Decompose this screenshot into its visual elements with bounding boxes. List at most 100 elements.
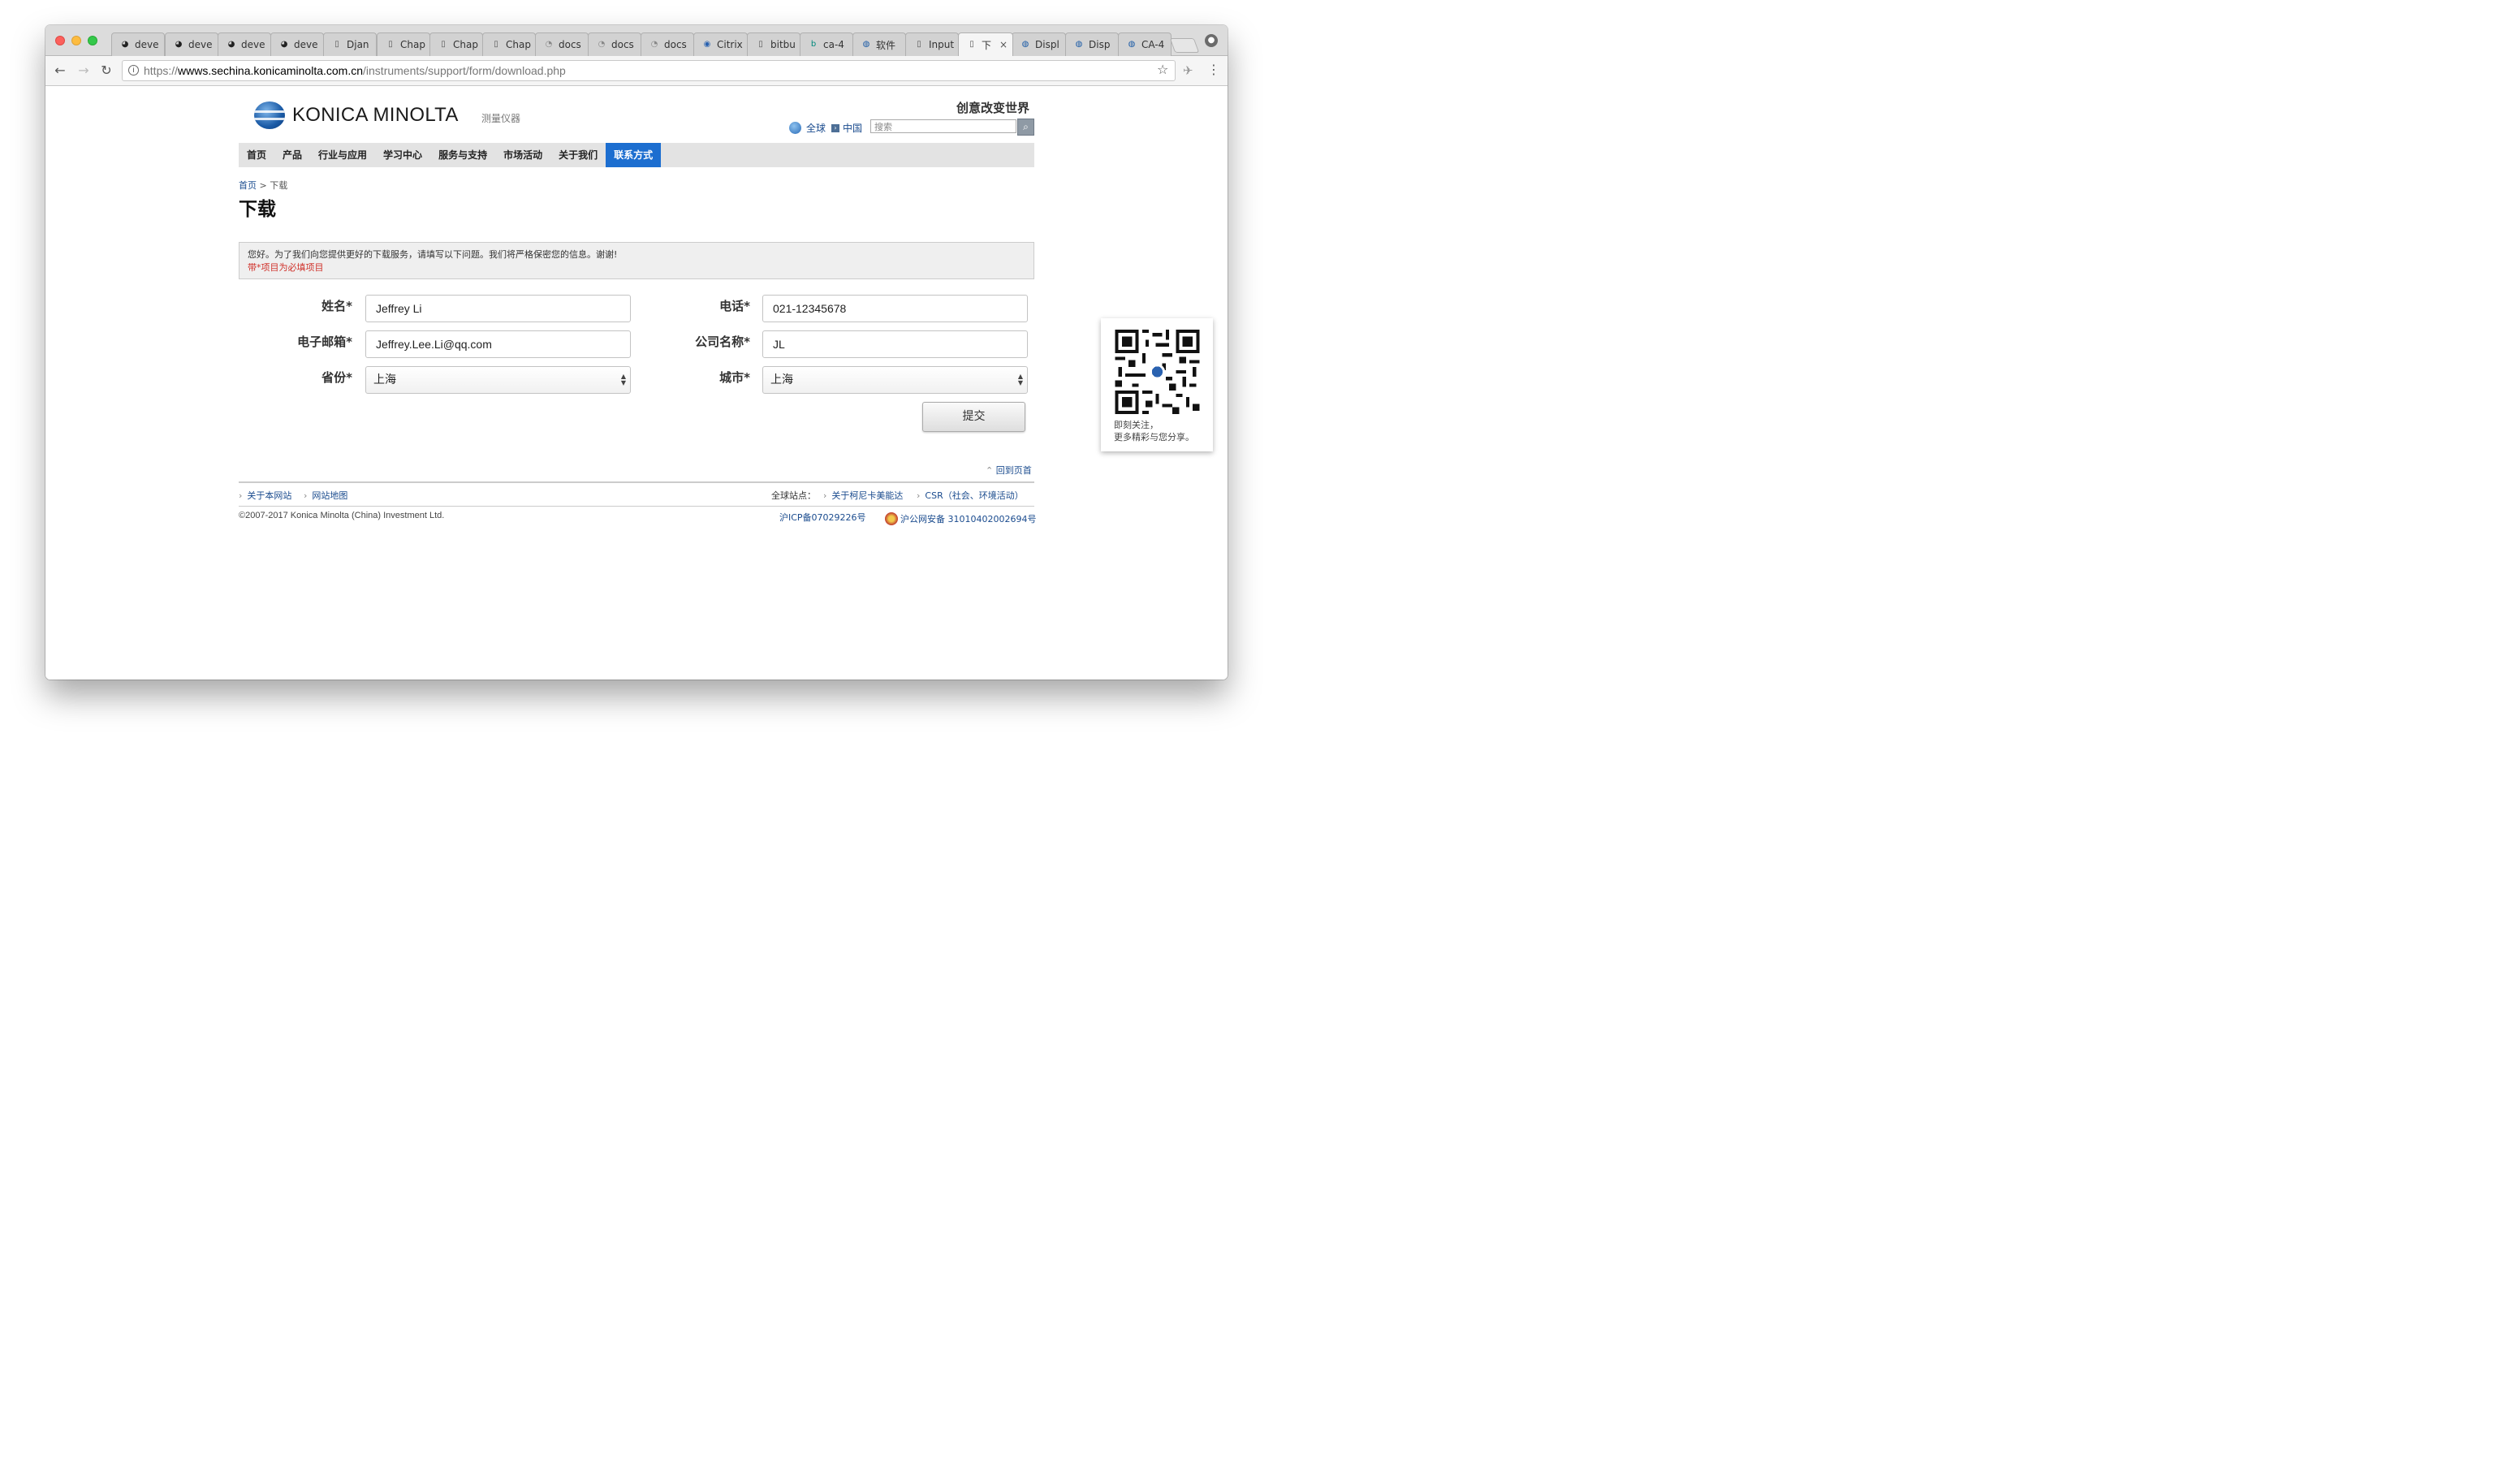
back-to-top-link[interactable]: ⌃ 回到页首 bbox=[986, 464, 1032, 477]
email-field[interactable]: Jeffrey.Lee.Li@qq.com bbox=[365, 330, 631, 358]
new-tab-button[interactable] bbox=[1169, 38, 1200, 53]
close-tab-icon[interactable]: × bbox=[999, 39, 1008, 50]
about-site-link[interactable]: › 关于本网站 bbox=[239, 489, 291, 502]
bookmark-star-icon[interactable]: ☆ bbox=[1157, 63, 1168, 76]
name-field[interactable]: Jeffrey Li bbox=[365, 295, 631, 322]
tab[interactable]: ◕ deve bbox=[111, 32, 165, 56]
browser-menu-icon[interactable]: ⋮ bbox=[1207, 63, 1220, 77]
tab[interactable]: ◍ CA-4 bbox=[1118, 32, 1172, 56]
github-icon: ◕ bbox=[227, 40, 235, 49]
close-window-button[interactable] bbox=[55, 36, 65, 45]
city-select[interactable]: 上海 ▲ ▼ bbox=[762, 366, 1028, 394]
footer-divider bbox=[239, 506, 1034, 507]
back-button[interactable]: ← bbox=[52, 63, 68, 79]
breadcrumb-home[interactable]: 首页 bbox=[239, 180, 257, 191]
phone-field[interactable]: 021-12345678 bbox=[762, 295, 1028, 322]
url-host: wwws.sechina.konicaminolta.com.cn bbox=[178, 64, 364, 77]
tab-strip: ◕ deve ◕ deve ◕ deve ◕ deve ▯ Djan ▯ Chap ▯ Chap ▯ Chap… bbox=[45, 25, 1228, 56]
tab[interactable]: ▯ bitbu bbox=[747, 32, 800, 56]
tab[interactable]: ▯ Input bbox=[905, 32, 959, 56]
global-sites-label: 全球站点： bbox=[771, 490, 816, 501]
konica-icon: ◍ bbox=[862, 40, 870, 49]
footer-divider bbox=[239, 481, 1034, 483]
konica-minolta-logo[interactable]: KONICA MINOLTA bbox=[254, 101, 459, 130]
nav-item[interactable]: 关于我们 bbox=[550, 143, 606, 167]
page-icon: ▯ bbox=[494, 40, 498, 49]
global-label: 全球 bbox=[806, 123, 826, 134]
tab[interactable]: ▯ Djan bbox=[323, 32, 377, 56]
breadcrumb: 首页 > 下载 bbox=[239, 179, 287, 192]
konica-icon: ◍ bbox=[1021, 40, 1029, 49]
konica-globe-icon bbox=[254, 101, 285, 129]
tab[interactable]: ◔ docs bbox=[588, 32, 641, 56]
nav-item[interactable]: 学习中心 bbox=[375, 143, 430, 167]
global-link[interactable]: 全球 bbox=[789, 121, 826, 135]
about-konica-link[interactable]: › 关于柯尼卡美能达 bbox=[823, 489, 903, 502]
minimize-window-button[interactable] bbox=[71, 36, 81, 45]
tab[interactable]: ◔ docs bbox=[641, 32, 694, 56]
submit-button[interactable]: 提交 bbox=[922, 402, 1025, 432]
breadcrumb-separator: > bbox=[259, 180, 267, 191]
konica-icon: ◍ bbox=[1075, 40, 1083, 49]
tab[interactable]: ▯ 下 × bbox=[958, 32, 1013, 56]
about-konica-label: 关于柯尼卡美能达 bbox=[831, 490, 904, 501]
tab[interactable]: ◕ deve bbox=[218, 32, 271, 56]
tab-label: deve bbox=[241, 39, 265, 50]
nav-item[interactable]: 市场活动 bbox=[495, 143, 550, 167]
chevron-right-icon: › bbox=[239, 490, 243, 501]
page-title: 下载 bbox=[239, 199, 276, 220]
tab[interactable]: ◔ docs bbox=[535, 32, 589, 56]
site-subtitle: 测量仪器 bbox=[481, 113, 521, 124]
extension-icon[interactable]: ✈ bbox=[1183, 63, 1193, 78]
tab[interactable]: ◕ deve bbox=[270, 32, 324, 56]
tab-label: Input bbox=[929, 39, 955, 50]
csr-label: CSR（社会、环境活动） bbox=[925, 490, 1024, 501]
tab[interactable]: ▯ Chap bbox=[377, 32, 430, 56]
company-field[interactable]: JL bbox=[762, 330, 1028, 358]
csr-link[interactable]: › CSR（社会、环境活动） bbox=[917, 489, 1024, 502]
nav-item[interactable]: 产品 bbox=[274, 143, 310, 167]
tab-label: Displ bbox=[1035, 39, 1059, 50]
arrow-square-icon: › bbox=[831, 123, 839, 132]
icp-link[interactable]: 沪ICP备07029226号 bbox=[779, 511, 866, 524]
github-icon: ◕ bbox=[121, 40, 129, 49]
reload-button[interactable]: ↻ bbox=[98, 63, 114, 79]
select-arrows-icon: ▲ ▼ bbox=[1017, 373, 1023, 386]
sitemap-link[interactable]: › 网站地图 bbox=[304, 489, 347, 502]
site-info-icon[interactable]: i bbox=[128, 65, 139, 76]
tab[interactable]: ◍ 软件 bbox=[852, 32, 906, 56]
tab[interactable]: ▯ Chap bbox=[482, 32, 536, 56]
address-bar[interactable]: i https://wwws.sechina.konicaminolta.com… bbox=[122, 60, 1176, 81]
page-icon: ▯ bbox=[917, 40, 921, 49]
province-label: 省份* bbox=[321, 370, 352, 385]
tab[interactable]: ◍ Disp bbox=[1065, 32, 1119, 56]
qr-caption: 即刻关注， 更多精彩与您分享。 bbox=[1114, 419, 1194, 443]
tab[interactable]: ▯ Chap bbox=[429, 32, 483, 56]
tab[interactable]: ◉ Citrix bbox=[693, 32, 748, 56]
nav-item[interactable]: 行业与应用 bbox=[310, 143, 375, 167]
tab-label: docs bbox=[559, 39, 581, 50]
tab[interactable]: ◍ Displ bbox=[1012, 32, 1066, 56]
site-search-input[interactable]: 搜索 bbox=[870, 119, 1016, 133]
police-record-label: 沪公网安备 31010402002694号 bbox=[900, 514, 1037, 524]
province-select[interactable]: 上海 ▲ ▼ bbox=[365, 366, 631, 394]
forward-button[interactable]: → bbox=[76, 63, 92, 79]
web-page: KONICA MINOLTA 测量仪器 创意改变世界 全球 › 中国 搜索 ⌕ 首… bbox=[45, 87, 1228, 680]
tab[interactable]: ◕ deve bbox=[165, 32, 218, 56]
tab[interactable]: b ca-4 bbox=[800, 32, 853, 56]
slogan: 创意改变世界 bbox=[956, 101, 1030, 115]
tab-label: Disp bbox=[1089, 39, 1111, 50]
maximize-window-button[interactable] bbox=[88, 36, 97, 45]
tab-label: 软件 bbox=[876, 39, 896, 51]
tab-label: Djan bbox=[347, 39, 369, 50]
docs-icon: ◔ bbox=[598, 40, 606, 49]
police-record-link[interactable]: 沪公网安备 31010402002694号 bbox=[885, 512, 1036, 525]
nav-item[interactable]: 首页 bbox=[239, 143, 274, 167]
browser-toolbar: ← → ↻ i https://wwws.sechina.konicaminol… bbox=[45, 56, 1228, 86]
nav-item[interactable]: 服务与支持 bbox=[430, 143, 495, 167]
nav-item[interactable]: 联系方式 bbox=[606, 143, 662, 167]
china-link[interactable]: › 中国 bbox=[831, 121, 862, 135]
profile-icon[interactable]: ● bbox=[1205, 34, 1218, 47]
china-label: 中国 bbox=[843, 123, 863, 134]
search-button[interactable]: ⌕ bbox=[1017, 119, 1034, 136]
